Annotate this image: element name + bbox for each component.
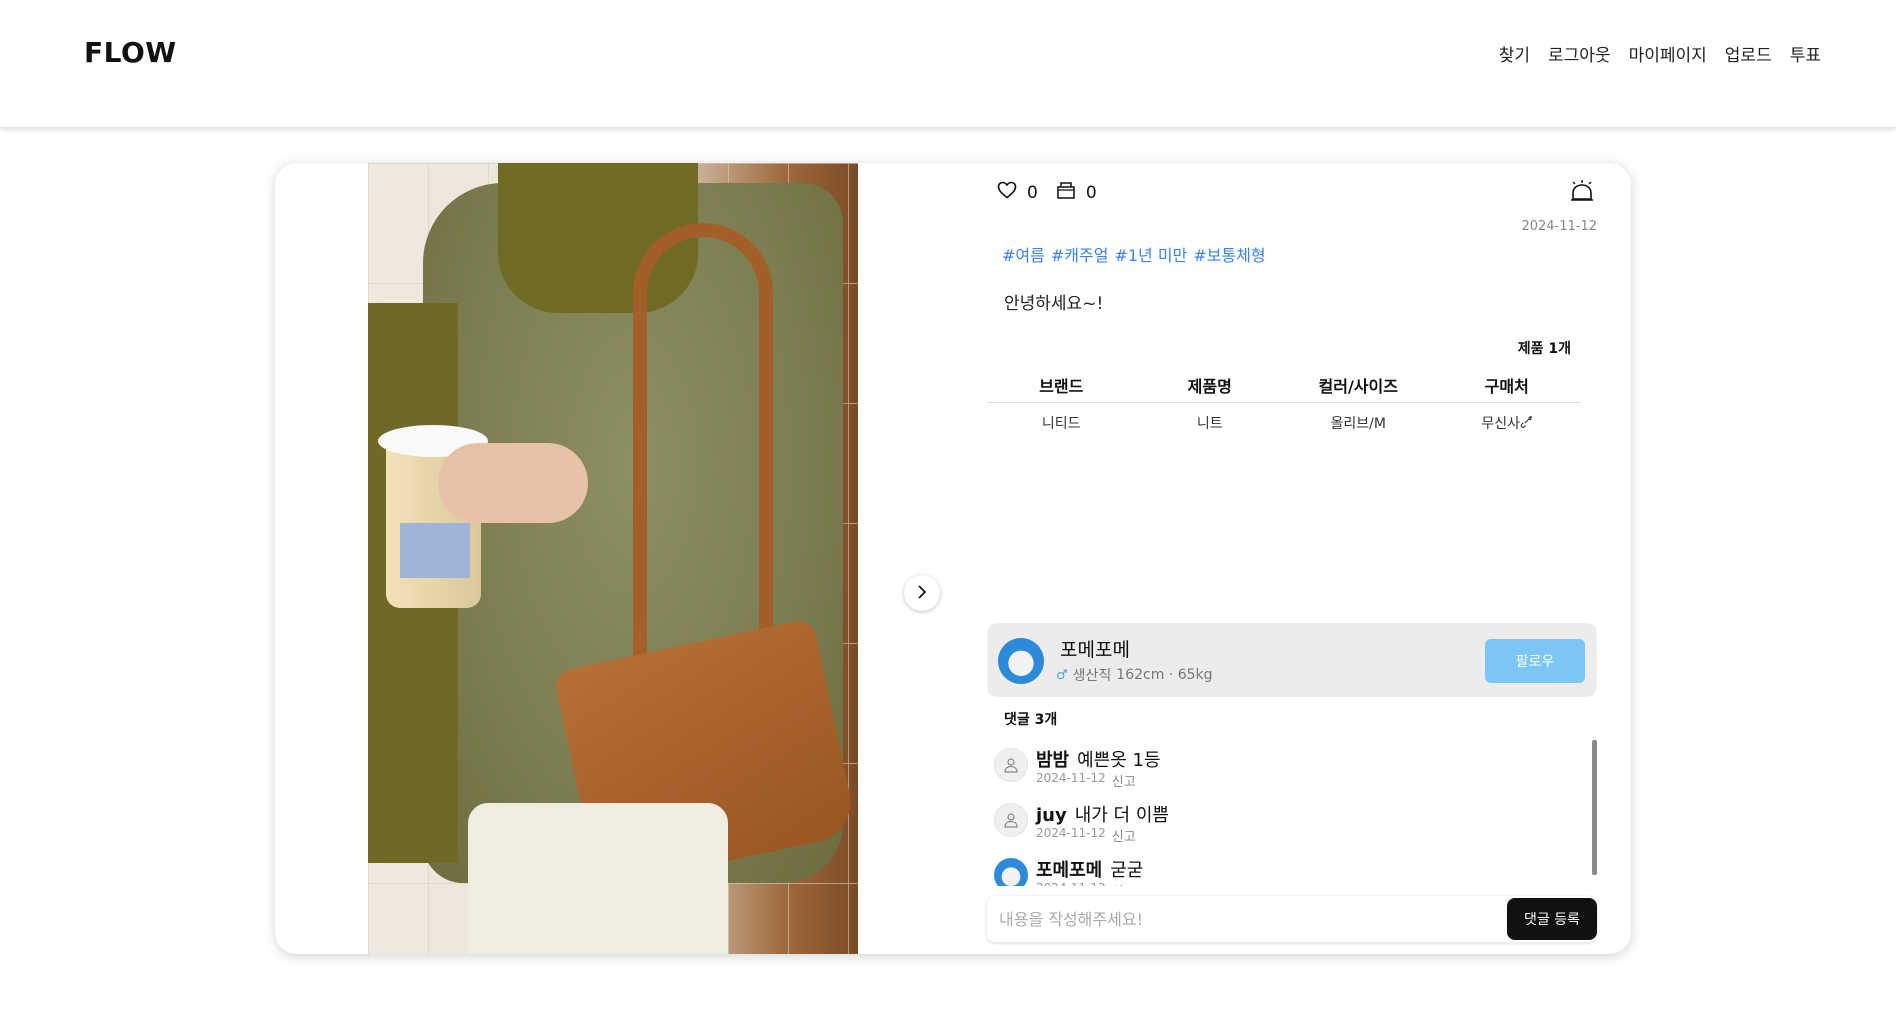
column-header: 브랜드 <box>987 373 1136 403</box>
tag[interactable]: #1년 미만 <box>1114 242 1187 266</box>
nav-search[interactable]: 찾기 <box>1499 41 1530 66</box>
comment-user[interactable]: 밤밤 <box>1036 750 1069 771</box>
product-table: 브랜드 제품명 컬러/사이즈 구매처 니티드 니트 올리브/M 무신사 <box>987 373 1581 433</box>
comment-text: 굳굳 <box>1110 860 1144 881</box>
store-link[interactable]: 무신사 <box>1481 416 1520 432</box>
color-size-cell: 올리브/M <box>1330 416 1386 432</box>
user-icon <box>994 803 1028 837</box>
brand-cell: 니티드 <box>1041 416 1081 432</box>
comment-date: 2024-11-12 <box>1036 826 1106 840</box>
report-link[interactable]: 신고 <box>1112 771 1136 790</box>
tag[interactable]: #캐주얼 <box>1051 242 1109 266</box>
post-card: 0 0 2024-11-12 #여름 #캐주얼 #1년 미만 #보통체형 안녕하… <box>275 163 1631 954</box>
comment-scrollbar[interactable] <box>1592 740 1597 875</box>
comment-list[interactable]: 밤밤 예쁜옷 1등 2024-11-12 신고 juy 내가 더 이쁨 2024-1… <box>989 738 1589 886</box>
tag[interactable]: #여름 <box>1002 242 1045 266</box>
comment-meta: 2024-11-12 신고 <box>1036 881 1136 886</box>
column-header: 제품명 <box>1135 373 1284 403</box>
save-count: 0 <box>1085 182 1097 203</box>
heart-icon[interactable] <box>997 181 1017 204</box>
tag[interactable]: #보통체형 <box>1193 242 1265 266</box>
comment-user[interactable]: juy <box>1036 805 1067 826</box>
top-header: FLOW 찾기 로그아웃 마이페이지 업로드 투표 <box>0 0 1896 128</box>
comment-text: 내가 더 이쁨 <box>1074 805 1169 826</box>
table-row: 니티드 니트 올리브/M 무신사 <box>987 403 1581 434</box>
product-name-cell: 니트 <box>1196 416 1223 432</box>
follow-button[interactable]: 팔로우 <box>1485 639 1585 683</box>
comment-input[interactable] <box>987 896 1487 942</box>
comment-item: juy 내가 더 이쁨 2024-11-12 신고 <box>989 793 1589 848</box>
user-icon <box>994 748 1028 782</box>
table-header-row: 브랜드 제품명 컬러/사이즈 구매처 <box>987 373 1581 403</box>
logo[interactable]: FLOW <box>84 36 177 69</box>
post-description: 안녕하세요~! <box>1004 294 1104 314</box>
nav-vote[interactable]: 투표 <box>1790 41 1821 66</box>
comment-line: juy 내가 더 이쁨 <box>1036 801 1169 827</box>
tag-list: #여름 #캐주얼 #1년 미만 #보통체형 <box>1002 242 1266 266</box>
male-icon: ♂ <box>1056 667 1068 683</box>
comment-form: 댓글 등록 <box>987 896 1597 942</box>
author-avatar[interactable] <box>998 638 1044 684</box>
author-box: 포메포메 ♂ 생산직 162cm · 65kg 팔로우 <box>987 623 1597 697</box>
post-photo <box>368 163 858 954</box>
post-date: 2024-11-12 <box>1521 219 1597 234</box>
comment-item: 밤밤 예쁜옷 1등 2024-11-12 신고 <box>989 738 1589 793</box>
report-link[interactable]: 신고 <box>1112 826 1136 845</box>
author-avatar <box>994 858 1028 886</box>
comment-line: 밤밤 예쁜옷 1등 <box>1036 746 1161 772</box>
link-icon[interactable] <box>1520 416 1533 432</box>
comment-meta: 2024-11-12 신고 <box>1036 771 1136 790</box>
post-stats: 0 0 <box>997 181 1097 204</box>
like-stat: 0 <box>997 181 1038 204</box>
alarm-report-icon[interactable] <box>1569 179 1595 207</box>
comment-line: 포메포메 굳굳 <box>1036 856 1143 882</box>
like-count: 0 <box>1027 182 1038 203</box>
save-stat: 0 <box>1056 181 1097 204</box>
main-nav: 찾기 로그아웃 마이페이지 업로드 투표 <box>1499 41 1821 66</box>
report-link[interactable]: 신고 <box>1112 881 1136 886</box>
column-header: 구매처 <box>1432 373 1581 403</box>
comment-meta: 2024-11-12 신고 <box>1036 826 1136 845</box>
comment-text: 예쁜옷 1등 <box>1077 750 1161 771</box>
author-job: 생산직 <box>1072 668 1112 684</box>
comment-count: 댓글 3개 <box>1004 712 1058 728</box>
nav-logout[interactable]: 로그아웃 <box>1548 41 1611 66</box>
author-meta: ♂ 생산직 162cm · 65kg <box>1056 665 1213 685</box>
submit-comment-button[interactable]: 댓글 등록 <box>1507 898 1597 940</box>
next-image-button[interactable] <box>904 575 940 611</box>
author-body: 162cm · 65kg <box>1116 667 1213 683</box>
chevron-right-icon <box>915 584 929 603</box>
product-count: 제품 1개 <box>1517 341 1571 357</box>
comment-date: 2024-11-12 <box>1036 881 1106 886</box>
comment-user[interactable]: 포메포메 <box>1036 860 1102 881</box>
closet-icon[interactable] <box>1056 181 1076 204</box>
column-header: 컬러/사이즈 <box>1284 373 1433 403</box>
nav-upload[interactable]: 업로드 <box>1725 41 1772 66</box>
comment-date: 2024-11-12 <box>1036 771 1106 785</box>
store-cell[interactable]: 무신사 <box>1433 403 1582 434</box>
comment-item: 포메포메 굳굳 2024-11-12 신고 <box>989 848 1589 886</box>
author-name[interactable]: 포메포메 <box>1060 635 1130 662</box>
nav-mypage[interactable]: 마이페이지 <box>1629 41 1707 66</box>
